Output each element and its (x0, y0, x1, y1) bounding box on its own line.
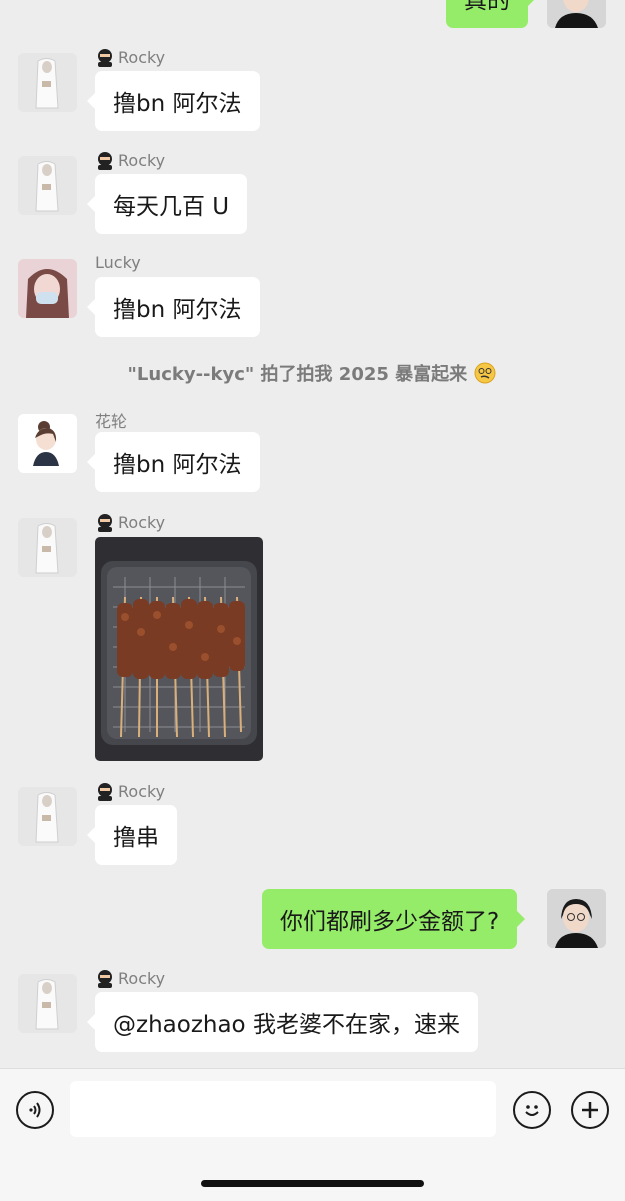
ninja-icon (95, 47, 115, 67)
self-message-bubble[interactable]: 你们都刷多少金额了? (262, 889, 526, 949)
message-bubble[interactable]: @zhaozhao 我老婆不在家，速来 (87, 992, 478, 1052)
message-bubble[interactable]: 撸串 (87, 805, 177, 865)
sender-name: Rocky (95, 47, 165, 67)
message-bubble[interactable]: 每天几百 U (86, 174, 248, 234)
message-bubble[interactable]: 撸bn 阿尔法 (87, 432, 260, 492)
system-message: "Lucky--kyc" 拍了拍我 2025 暴富起来 (0, 360, 625, 390)
message-text: 每天几百 U (113, 194, 230, 220)
self-message-bubble[interactable]: 真的 (446, 0, 536, 28)
message-bubble[interactable]: 撸bn 阿尔法 (87, 277, 260, 337)
message-text: @zhaozhao 我老婆不在家，速来 (113, 1012, 460, 1038)
message-text: 你们都刷多少金额了? (280, 909, 500, 935)
dizzy-face-emoji (473, 361, 497, 390)
message-bubble[interactable]: 撸bn 阿尔法 (87, 71, 260, 131)
message-text: 撸bn 阿尔法 (113, 91, 242, 117)
message-input[interactable] (70, 1081, 496, 1137)
avatar-rocky[interactable] (18, 787, 77, 846)
message-text: 撸串 (113, 825, 159, 851)
avatar-rocky[interactable] (18, 518, 77, 577)
avatar-lucky[interactable] (18, 259, 77, 318)
avatar-self[interactable] (547, 889, 606, 948)
sender-name: Rocky (95, 512, 165, 532)
ninja-icon (95, 150, 115, 170)
avatar-self[interactable] (547, 0, 606, 28)
ninja-icon (95, 512, 115, 532)
message-text: 真的 (464, 0, 510, 14)
home-indicator[interactable] (201, 1180, 424, 1187)
grilled-skewers-photo[interactable] (95, 537, 263, 761)
ninja-icon (95, 781, 115, 801)
sender-name: Rocky (95, 150, 165, 170)
message-text: 撸bn 阿尔法 (113, 297, 242, 323)
voice-icon[interactable] (16, 1091, 54, 1129)
ninja-icon (95, 968, 115, 988)
sender-name: Lucky (95, 253, 141, 272)
sender-name: 花轮 (95, 412, 128, 431)
message-text: 撸bn 阿尔法 (113, 452, 242, 478)
sender-name: Rocky (95, 968, 165, 988)
sender-name: Rocky (95, 781, 165, 801)
emoji-icon[interactable] (513, 1091, 551, 1129)
plus-icon[interactable] (571, 1091, 609, 1129)
avatar-rocky[interactable] (18, 974, 77, 1033)
avatar-hualun[interactable] (18, 414, 77, 473)
avatar-rocky[interactable] (18, 156, 77, 215)
avatar-rocky[interactable] (18, 53, 77, 112)
